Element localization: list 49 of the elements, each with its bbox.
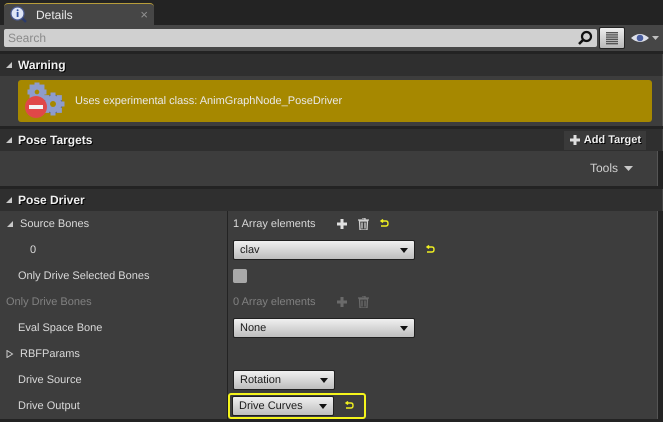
section-title: Pose Targets <box>18 133 94 147</box>
reset-arrow-icon[interactable] <box>344 401 354 411</box>
details-tab[interactable]: Details × <box>4 3 154 25</box>
reset-arrow-icon[interactable] <box>425 245 435 255</box>
property-label: Source Bones <box>20 218 90 230</box>
search-field[interactable]: Search <box>4 29 597 47</box>
caret-icon <box>400 248 408 252</box>
collapse-arrow-icon[interactable] <box>5 61 13 69</box>
trash-icon <box>358 296 369 308</box>
caret-icon <box>400 326 408 330</box>
trash-icon[interactable] <box>358 218 369 230</box>
eye-icon <box>631 32 659 44</box>
array-count: 1 Array elements <box>233 218 316 230</box>
section-title: Pose Driver <box>18 193 86 207</box>
plus-icon <box>336 296 348 308</box>
tools-dropdown[interactable]: Tools <box>590 159 633 177</box>
plus-icon <box>568 134 581 146</box>
section-title: Warning <box>18 58 67 72</box>
property-label: 0 <box>30 244 36 256</box>
dropdown[interactable]: Rotation <box>233 370 335 390</box>
dropdown[interactable]: None <box>233 318 415 338</box>
property-label: Only Drive Selected Bones <box>18 270 150 282</box>
section-header[interactable]: Pose Targets Add Target <box>0 129 663 151</box>
checkbox[interactable] <box>233 269 247 283</box>
plus-icon[interactable] <box>336 218 348 230</box>
property-label: RBFParams <box>20 348 80 360</box>
property-label: Eval Space Bone <box>18 322 102 334</box>
property-label: Drive Source <box>18 374 82 386</box>
property-label: Drive Output <box>18 400 80 412</box>
dropdown[interactable]: clav <box>233 240 415 260</box>
add-target-button[interactable]: Add Target <box>564 130 646 150</box>
list-icon <box>605 31 619 45</box>
caret-icon <box>319 404 327 408</box>
caret-icon <box>624 166 633 170</box>
warning-message: Uses experimental class: AnimGraphNode_PoseDriver <box>75 95 342 107</box>
caret-icon <box>320 378 328 382</box>
collapse-arrow-icon[interactable] <box>6 220 14 228</box>
array-count: 0 Array elements <box>233 296 316 308</box>
reset-arrow-icon[interactable] <box>378 219 389 229</box>
visibility-button[interactable] <box>631 32 659 44</box>
info-search-icon <box>10 6 28 24</box>
collapse-arrow-icon[interactable] <box>5 136 13 144</box>
dropdown[interactable]: Drive Curves <box>232 396 334 416</box>
list-view-button[interactable] <box>599 27 625 49</box>
section-header[interactable]: Warning <box>0 54 663 76</box>
expand-arrow-icon[interactable] <box>6 350 14 358</box>
collapse-arrow-icon[interactable] <box>5 196 13 204</box>
section-header[interactable]: Pose Driver <box>0 189 663 211</box>
property-label: Only Drive Bones <box>6 296 92 308</box>
